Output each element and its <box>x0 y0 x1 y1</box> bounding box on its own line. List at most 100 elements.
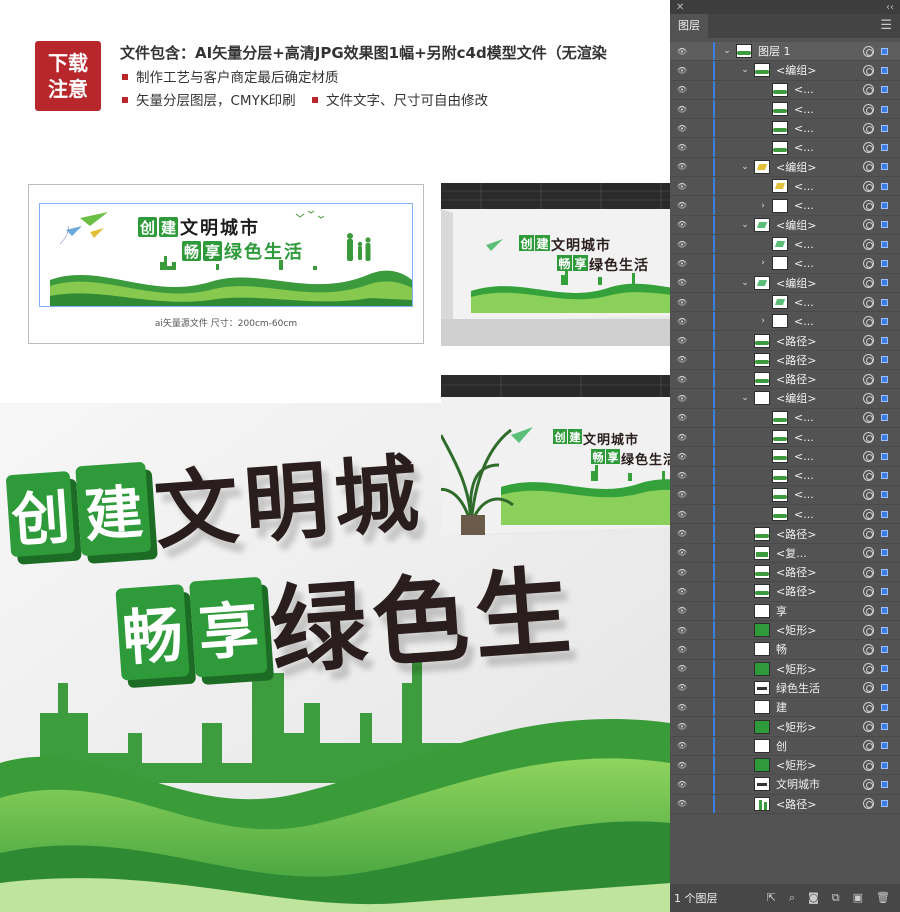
layer-name[interactable]: <... <box>794 469 814 482</box>
layer-row[interactable]: 👁 ⌄ <编组> <box>670 273 900 293</box>
visibility-eye-icon[interactable]: 👁 <box>676 182 688 191</box>
chevron-down-icon[interactable]: ⌄ <box>740 65 750 75</box>
clipping-mask-icon[interactable]: ◙ <box>808 891 819 905</box>
visibility-eye-icon[interactable]: 👁 <box>676 375 688 384</box>
visibility-eye-icon[interactable]: 👁 <box>676 471 688 480</box>
visibility-eye-icon[interactable]: 👁 <box>676 220 688 229</box>
selection-square-icon[interactable] <box>881 66 888 74</box>
selection-square-icon[interactable] <box>881 780 888 788</box>
selection-square-icon[interactable] <box>881 356 888 364</box>
layer-name[interactable]: <路径> <box>776 564 816 580</box>
find-icon[interactable]: ⌕ <box>789 891 795 905</box>
target-circle-icon[interactable] <box>863 180 874 192</box>
layer-name[interactable]: <编组> <box>776 390 816 406</box>
target-circle-icon[interactable] <box>863 701 874 713</box>
layer-name[interactable]: 创 <box>776 738 787 754</box>
selection-square-icon[interactable] <box>881 587 888 595</box>
chevron-down-icon[interactable]: ⌄ <box>740 220 750 230</box>
layer-row[interactable]: 👁 创 <box>670 736 900 756</box>
target-circle-icon[interactable] <box>863 315 874 327</box>
visibility-eye-icon[interactable]: 👁 <box>676 124 688 133</box>
layer-row[interactable]: 👁 <... <box>670 99 900 120</box>
target-circle-icon[interactable] <box>863 142 874 154</box>
selection-square-icon[interactable] <box>881 317 888 325</box>
target-circle-icon[interactable] <box>863 585 874 597</box>
selection-square-icon[interactable] <box>881 221 888 229</box>
layer-row[interactable]: 👁 <路径> <box>670 582 900 602</box>
visibility-eye-icon[interactable]: 👁 <box>676 317 688 326</box>
target-circle-icon[interactable] <box>863 64 874 76</box>
chevron-down-icon[interactable]: ⌄ <box>740 393 750 403</box>
layer-row[interactable]: 👁 › <... <box>670 196 900 216</box>
selection-square-icon[interactable] <box>881 144 888 152</box>
visibility-eye-icon[interactable]: 👁 <box>676 66 688 75</box>
layer-name[interactable]: <... <box>794 180 814 193</box>
layer-row[interactable]: 👁 <路径> <box>670 524 900 544</box>
target-circle-icon[interactable] <box>863 470 874 482</box>
selection-square-icon[interactable] <box>881 703 888 711</box>
layer-name[interactable]: <矩形> <box>776 661 816 677</box>
visibility-eye-icon[interactable]: 👁 <box>676 664 688 673</box>
target-circle-icon[interactable] <box>863 759 874 771</box>
layer-name[interactable]: <路径> <box>776 333 816 349</box>
visibility-eye-icon[interactable]: 👁 <box>676 568 688 577</box>
visibility-eye-icon[interactable]: 👁 <box>676 162 688 171</box>
export-icon[interactable]: ⇱ <box>767 891 776 905</box>
layer-row[interactable]: 👁 <... <box>670 505 900 525</box>
layer-name[interactable]: <... <box>794 296 814 309</box>
target-circle-icon[interactable] <box>863 508 874 520</box>
layer-row[interactable]: 👁 <路径> <box>670 350 900 371</box>
selection-square-icon[interactable] <box>881 375 888 383</box>
target-circle-icon[interactable] <box>863 798 874 810</box>
visibility-eye-icon[interactable]: 👁 <box>676 105 688 114</box>
selection-square-icon[interactable] <box>881 549 888 557</box>
layer-name[interactable]: <编组> <box>776 275 816 291</box>
layer-name[interactable]: 绿色生活 <box>776 680 820 696</box>
target-circle-icon[interactable] <box>863 431 874 443</box>
layer-name[interactable]: <路径> <box>776 352 816 368</box>
layer-name[interactable]: <... <box>794 431 814 444</box>
selection-square-icon[interactable] <box>881 665 888 673</box>
visibility-eye-icon[interactable]: 👁 <box>676 143 688 152</box>
selection-square-icon[interactable] <box>881 86 888 94</box>
selection-square-icon[interactable] <box>881 259 888 267</box>
panel-menu-icon[interactable]: ☰ <box>880 18 892 33</box>
layer-row[interactable]: 👁 绿色生活 <box>670 678 900 699</box>
layer-row[interactable]: 👁 <矩形> <box>670 717 900 737</box>
selection-square-icon[interactable] <box>881 626 888 634</box>
selection-square-icon[interactable] <box>881 414 888 422</box>
tab-layers[interactable]: 图层 <box>670 14 708 38</box>
visibility-eye-icon[interactable]: 👁 <box>676 490 688 499</box>
selection-square-icon[interactable] <box>881 202 888 210</box>
target-circle-icon[interactable] <box>863 412 874 424</box>
layer-name[interactable]: 畅 <box>776 641 787 657</box>
target-circle-icon[interactable] <box>863 373 874 385</box>
layer-name[interactable]: <矩形> <box>776 719 816 735</box>
layer-row[interactable]: 👁 › <... <box>670 254 900 274</box>
visibility-eye-icon[interactable]: 👁 <box>676 780 688 789</box>
layer-row-top[interactable]: 👁 ⌄ 图层 1 <box>670 42 900 62</box>
visibility-eye-icon[interactable]: 👁 <box>676 548 688 557</box>
visibility-eye-icon[interactable]: 👁 <box>676 298 688 307</box>
target-circle-icon[interactable] <box>863 45 874 57</box>
selection-square-icon[interactable] <box>881 182 888 190</box>
visibility-eye-icon[interactable]: 👁 <box>676 683 688 692</box>
visibility-eye-icon[interactable]: 👁 <box>676 47 688 56</box>
layer-row[interactable]: 👁 畅 <box>670 640 900 660</box>
close-icon[interactable]: ✕ <box>676 2 684 13</box>
layer-row[interactable]: 👁 ⌄ <编组> <box>670 389 900 409</box>
collapse-icon[interactable]: ‹‹ <box>886 2 894 13</box>
target-circle-icon[interactable] <box>863 547 874 559</box>
layer-name[interactable]: <... <box>794 508 814 521</box>
selection-square-icon[interactable] <box>881 530 888 538</box>
target-circle-icon[interactable] <box>863 296 874 308</box>
layer-name[interactable]: <编组> <box>776 62 816 78</box>
target-circle-icon[interactable] <box>863 682 874 694</box>
chevron-right-icon[interactable]: › <box>758 201 768 211</box>
selection-square-icon[interactable] <box>881 337 888 345</box>
visibility-eye-icon[interactable]: 👁 <box>676 413 688 422</box>
layer-name[interactable]: <... <box>794 257 814 270</box>
selection-square-icon[interactable] <box>881 684 888 692</box>
layer-row[interactable]: 👁 <... <box>670 119 900 139</box>
target-circle-icon[interactable] <box>863 624 874 636</box>
